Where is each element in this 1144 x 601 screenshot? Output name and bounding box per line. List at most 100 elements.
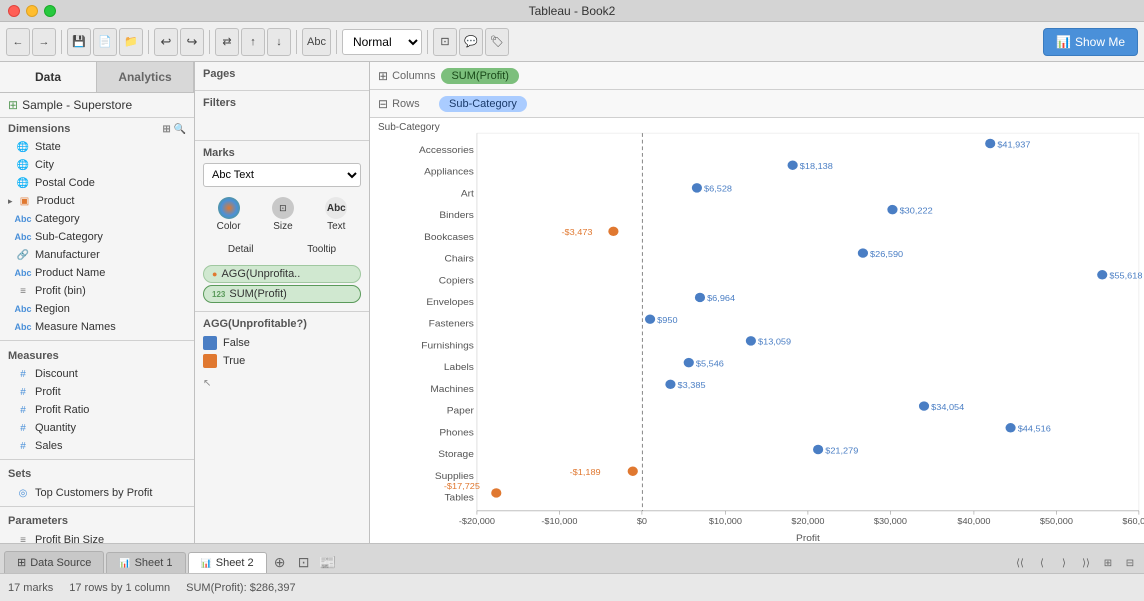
- agg-unprofitable-pill[interactable]: ● AGG(Unprofita..: [203, 265, 361, 283]
- legend-section: AGG(Unprofitable?) False True ↖: [195, 312, 369, 395]
- size-button[interactable]: ⊡ Size: [264, 193, 302, 236]
- color-button[interactable]: Color: [209, 193, 249, 236]
- fit-button[interactable]: ⊡: [433, 28, 457, 56]
- legend-false-label: False: [223, 337, 250, 349]
- rows-info: 17 rows by 1 column: [69, 582, 170, 594]
- tab-analytics[interactable]: Analytics: [97, 62, 194, 92]
- detail-button[interactable]: Detail: [220, 240, 262, 259]
- divider-2: [0, 459, 194, 460]
- sort-asc-button[interactable]: ↑: [241, 28, 265, 56]
- sum-profit-pill[interactable]: 123 SUM(Profit): [203, 285, 361, 303]
- save-button[interactable]: 💾: [67, 28, 91, 56]
- pages-section: Pages: [195, 62, 369, 91]
- back-button[interactable]: ←: [6, 28, 30, 56]
- sheet2-tab[interactable]: 📊 Sheet 2: [188, 552, 267, 573]
- field-discount[interactable]: #Discount: [0, 365, 194, 383]
- agg-icon: ●: [212, 269, 217, 279]
- maximize-button[interactable]: [44, 5, 56, 17]
- field-postal[interactable]: 🌐Postal Code: [0, 174, 194, 192]
- hash-icon-4: #: [16, 421, 30, 435]
- dot-binders: [887, 205, 897, 214]
- chart-size-dropdown[interactable]: Normal: [342, 29, 422, 55]
- columns-icon: ⊞: [378, 69, 388, 83]
- svg-text:$40,000: $40,000: [957, 516, 990, 526]
- field-manufacturer[interactable]: 🔗Manufacturer: [0, 246, 194, 264]
- abc-icon-2: Abc: [16, 230, 30, 244]
- svg-text:Labels: Labels: [444, 362, 474, 373]
- rows-pill[interactable]: Sub-Category: [439, 96, 527, 112]
- hash-icon-3: #: [16, 403, 30, 417]
- toolbar-separator-3: [209, 30, 210, 54]
- nav-prev[interactable]: ⟨: [1032, 553, 1052, 573]
- data-source-tab[interactable]: ⊞ Data Source: [4, 551, 104, 573]
- field-category[interactable]: AbcCategory: [0, 210, 194, 228]
- svg-text:$55,618: $55,618: [1109, 271, 1142, 281]
- field-sales[interactable]: #Sales: [0, 437, 194, 455]
- sheet-filmstrip[interactable]: ⊟: [1120, 553, 1140, 573]
- format-button[interactable]: Abc: [302, 28, 331, 56]
- hash-icon: #: [16, 367, 30, 381]
- field-profit-ratio[interactable]: #Profit Ratio: [0, 401, 194, 419]
- text-button[interactable]: Abc Text: [317, 193, 355, 236]
- abc-icon: Abc: [16, 212, 30, 226]
- sheet-sorter[interactable]: ⊞: [1098, 553, 1118, 573]
- field-state[interactable]: 🌐State: [0, 138, 194, 156]
- marks-type-dropdown[interactable]: Abc Text: [203, 163, 361, 187]
- new-story-button[interactable]: 📰: [317, 551, 339, 573]
- undo-button[interactable]: ↩: [154, 28, 178, 56]
- hash-icon-5: #: [16, 439, 30, 453]
- dot-storage: [813, 445, 823, 454]
- label-button[interactable]: 🏷: [485, 28, 509, 56]
- field-top-customers[interactable]: ◎Top Customers by Profit: [0, 484, 194, 502]
- tooltip-button[interactable]: Tooltip: [299, 240, 344, 259]
- swap-button[interactable]: ⇄: [215, 28, 239, 56]
- datasource-item[interactable]: ⊞ Sample - Superstore: [0, 93, 194, 118]
- field-profit-bin[interactable]: ≡Profit (bin): [0, 282, 194, 300]
- sets-header: Sets: [0, 464, 194, 484]
- forward-button[interactable]: →: [32, 28, 56, 56]
- show-me-button[interactable]: 📊 Show Me: [1043, 28, 1138, 56]
- nav-first[interactable]: ⟨⟨: [1010, 553, 1030, 573]
- toolbar-separator-5: [336, 30, 337, 54]
- abc-icon-3: Abc: [16, 266, 30, 280]
- new-button[interactable]: 📄: [93, 28, 117, 56]
- new-sheet-button[interactable]: ⊕: [269, 551, 291, 573]
- svg-text:Phones: Phones: [439, 428, 474, 439]
- field-city[interactable]: 🌐City: [0, 156, 194, 174]
- redo-button[interactable]: ↪: [180, 28, 204, 56]
- size-icon: ⊡: [272, 197, 294, 219]
- param-icon: ≡: [16, 533, 30, 543]
- field-region[interactable]: AbcRegion: [0, 300, 194, 318]
- field-quantity[interactable]: #Quantity: [0, 419, 194, 437]
- dot-supplies: [628, 467, 638, 476]
- color-label: Color: [217, 221, 241, 232]
- close-button[interactable]: [8, 5, 20, 17]
- minimize-button[interactable]: [26, 5, 38, 17]
- sheet1-tab[interactable]: 📊 Sheet 1: [106, 552, 185, 573]
- nav-next[interactable]: ⟩: [1054, 553, 1074, 573]
- field-subcategory[interactable]: AbcSub-Category: [0, 228, 194, 246]
- svg-text:Bookcases: Bookcases: [424, 232, 474, 243]
- field-product-name[interactable]: AbcProduct Name: [0, 264, 194, 282]
- dot-labels: [684, 358, 694, 367]
- toolbar: ← → 💾 📄 📁 ↩ ↪ ⇄ ↑ ↓ Abc Normal ⊡ 💬 🏷 📊 S…: [0, 22, 1144, 62]
- field-measure-names[interactable]: AbcMeasure Names: [0, 318, 194, 336]
- tab-data[interactable]: Data: [0, 62, 97, 92]
- nav-last[interactable]: ⟩⟩: [1076, 553, 1096, 573]
- dot-fasteners: [645, 314, 655, 323]
- sort-desc-button[interactable]: ↓: [267, 28, 291, 56]
- datasource-icon: ⊞: [8, 98, 18, 112]
- svg-text:Supplies: Supplies: [435, 471, 474, 482]
- columns-pill[interactable]: SUM(Profit): [441, 68, 518, 84]
- field-profit-bin-size[interactable]: ≡Profit Bin Size: [0, 531, 194, 543]
- svg-text:$20,000: $20,000: [791, 516, 824, 526]
- new-dashboard-button[interactable]: ⊡: [293, 551, 315, 573]
- sum-info: SUM(Profit): $286,397: [186, 582, 295, 594]
- legend-false-color: [203, 336, 217, 350]
- field-profit[interactable]: #Profit: [0, 383, 194, 401]
- dot-phones: [1005, 423, 1015, 432]
- tooltip-button[interactable]: 💬: [459, 28, 483, 56]
- field-product-expand[interactable]: ▸ ▣ Product: [0, 192, 194, 210]
- link-icon: 🔗: [16, 248, 30, 262]
- open-button[interactable]: 📁: [119, 28, 143, 56]
